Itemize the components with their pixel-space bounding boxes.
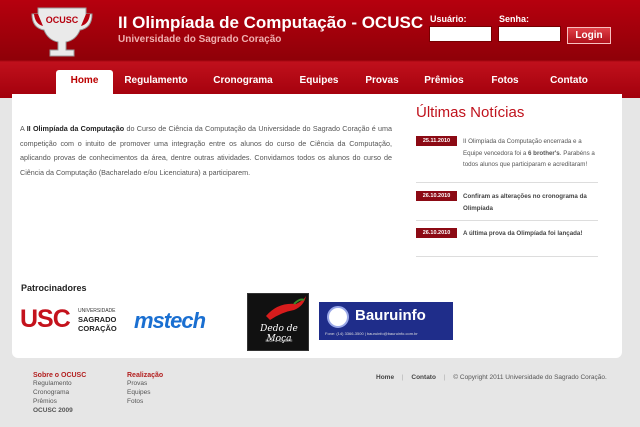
password-input[interactable] xyxy=(498,26,561,42)
copyright-text: © Copyright 2011 Universidade do Sagrado… xyxy=(453,374,607,381)
password-label: Senha: xyxy=(499,14,530,24)
news-text: Confiram as alterações no cronograma da … xyxy=(463,193,587,212)
footer-bottom: Home | Contato | © Copyright 2011 Univer… xyxy=(376,374,607,381)
footer-link-ocusc-2009[interactable]: OCUSC 2009 xyxy=(33,406,86,415)
nav-fotos[interactable]: Fotos xyxy=(483,70,527,92)
footer-heading: Realização xyxy=(127,372,164,379)
news-divider xyxy=(416,182,598,183)
news-date: 26.10.2010 xyxy=(416,228,457,238)
footer-link-cronograma[interactable]: Cronograma xyxy=(33,388,86,397)
footer-link-equipes[interactable]: Equipes xyxy=(127,388,163,397)
nav-regulamento[interactable]: Regulamento xyxy=(118,70,194,92)
news-text: A última prova da Olimpíada foi lançada! xyxy=(463,230,583,237)
trophy-logo[interactable]: OCUSC xyxy=(30,4,94,64)
username-input[interactable] xyxy=(429,26,492,42)
footer-link-fotos[interactable]: Fotos xyxy=(127,397,163,406)
news-divider xyxy=(416,256,598,257)
mstech-sponsor-logo[interactable]: mstech xyxy=(134,308,206,334)
username-label: Usuário: xyxy=(430,14,467,24)
news-date: 26.10.2010 xyxy=(416,191,457,201)
news-text: II Olimpíada da Computação encerrada e a… xyxy=(463,138,595,168)
dedo-de-moca-sponsor-logo[interactable]: Dedo de Moça BAR & SABOR xyxy=(247,293,309,351)
site-header: OCUSC II Olimpíada de Computação - OCUSC… xyxy=(0,0,640,98)
nav-equipes[interactable]: Equipes xyxy=(292,70,346,92)
svg-text:OCUSC: OCUSC xyxy=(46,15,79,25)
usc-sponsor-logo[interactable]: USC UNIVERSIDADE SAGRADO CORAÇÃO xyxy=(20,305,122,337)
sponsors-title: Patrocinadores xyxy=(21,283,87,293)
site-subtitle: Universidade do Sagrado Coração xyxy=(118,34,282,45)
main-nav: Home Regulamento Cronograma Equipes Prov… xyxy=(52,70,632,94)
footer-contact-link[interactable]: Contato xyxy=(411,374,436,381)
site-title: II Olimpíada de Computação - OCUSC xyxy=(118,13,424,32)
bauruinfo-sponsor-logo[interactable]: Bauruinfo Fone: (14) 3366-3500 | bauruin… xyxy=(319,302,453,340)
globe-icon xyxy=(327,306,349,328)
nav-cronograma[interactable]: Cronograma xyxy=(204,70,282,92)
nav-premios[interactable]: Prêmios xyxy=(419,70,469,92)
nav-home[interactable]: Home xyxy=(56,70,113,94)
footer-heading: Sobre o OCUSC xyxy=(33,372,87,379)
intro-strong: II Olimpíada da Computação xyxy=(26,124,125,133)
footer-link-premios[interactable]: Prêmios xyxy=(33,397,86,406)
footer-col-realizacao: Realização Provas Equipes Fotos xyxy=(127,372,163,406)
nav-contato[interactable]: Contato xyxy=(540,70,598,92)
footer-col-about: Sobre o OCUSC Regulamento Cronograma Prê… xyxy=(33,372,86,415)
footer-link-provas[interactable]: Provas xyxy=(127,379,163,388)
footer-link-regulamento[interactable]: Regulamento xyxy=(33,379,86,388)
news-date: 25.11.2010 xyxy=(416,136,457,146)
intro-paragraph: A II Olimpíada da Computação do Curso de… xyxy=(20,124,392,177)
news-title: Últimas Notícias xyxy=(416,104,525,121)
login-button[interactable]: Login xyxy=(567,27,611,44)
footer-home-link[interactable]: Home xyxy=(376,374,394,381)
nav-provas[interactable]: Provas xyxy=(358,70,406,92)
news-divider xyxy=(416,220,598,221)
